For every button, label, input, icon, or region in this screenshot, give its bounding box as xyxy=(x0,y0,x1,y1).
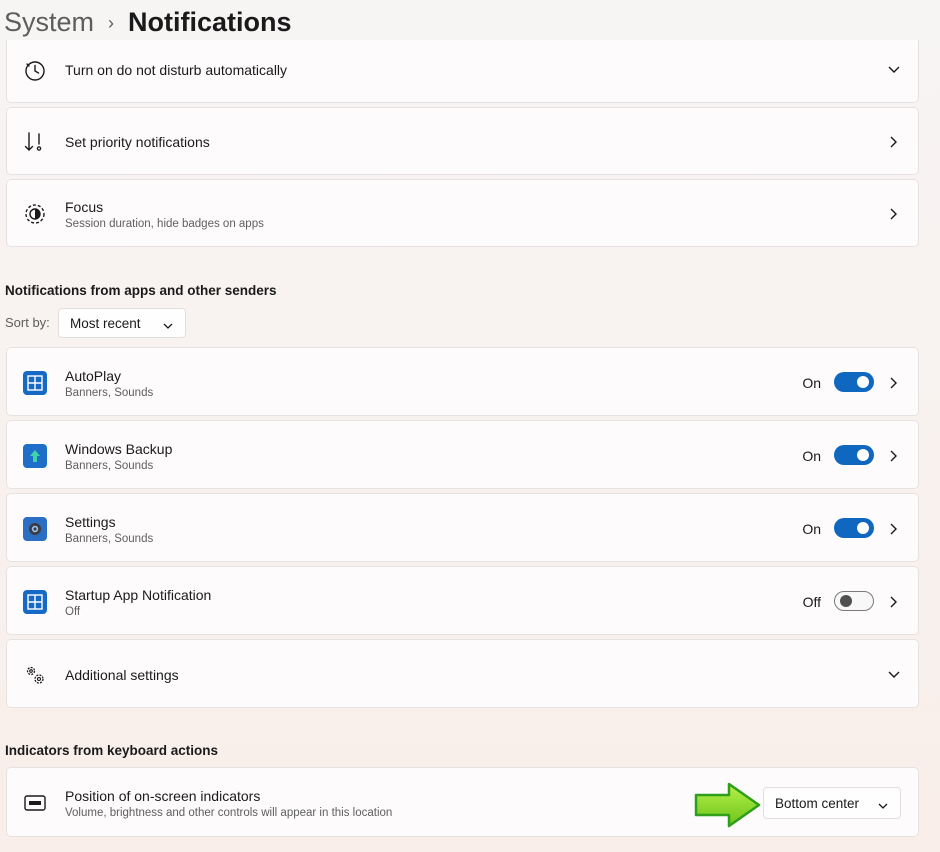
indicator-position-subtitle: Volume, brightness and other controls wi… xyxy=(65,807,393,819)
breadcrumb-system[interactable]: System xyxy=(4,7,94,38)
priority-notifications-row[interactable]: Set priority notifications xyxy=(6,107,919,175)
focus-row[interactable]: Focus Session duration, hide badges on a… xyxy=(6,179,919,247)
settings-toggle[interactable] xyxy=(834,518,874,538)
chevron-down-icon[interactable] xyxy=(886,667,902,683)
autoplay-toggle[interactable] xyxy=(834,372,874,392)
chevron-down-icon xyxy=(878,798,888,813)
page-title: Notifications xyxy=(128,6,292,37)
toggle-state-label: On xyxy=(802,448,821,464)
chevron-right-icon[interactable] xyxy=(886,134,902,150)
priority-sort-icon xyxy=(23,130,47,154)
chevron-down-icon[interactable] xyxy=(886,62,902,78)
breadcrumb: System › Notifications xyxy=(4,2,292,42)
apps-section-title: Notifications from apps and other sender… xyxy=(5,283,277,298)
indicator-position-dropdown[interactable]: Bottom center xyxy=(763,787,901,819)
app-subtitle: Off xyxy=(65,606,81,618)
toggle-knob xyxy=(840,595,852,607)
app-subtitle: Banners, Sounds xyxy=(65,533,154,545)
app-name: Settings xyxy=(65,514,116,530)
gears-icon xyxy=(23,663,47,687)
dnd-automatically-label: Turn on do not disturb automatically xyxy=(65,62,288,78)
toggle-knob xyxy=(857,522,869,534)
additional-settings-label: Additional settings xyxy=(65,667,179,683)
toggle-knob xyxy=(857,376,869,388)
indicator-position-row: Position of on-screen indicators Volume,… xyxy=(6,767,919,837)
autoplay-icon xyxy=(23,371,47,395)
app-subtitle: Banners, Sounds xyxy=(65,460,154,472)
sort-by-dropdown[interactable]: Most recent xyxy=(58,308,186,338)
toggle-state-label: On xyxy=(802,521,821,537)
startup-app-toggle[interactable] xyxy=(834,591,874,611)
focus-subtitle: Session duration, hide badges on apps xyxy=(65,218,264,230)
app-name: Windows Backup xyxy=(65,441,173,457)
green-arrow-icon xyxy=(693,781,763,829)
chevron-right-icon[interactable] xyxy=(886,448,902,464)
indicators-section-title: Indicators from keyboard actions xyxy=(5,743,219,758)
display-indicator-icon xyxy=(23,791,47,815)
additional-settings-row[interactable]: Additional settings xyxy=(6,639,919,708)
indicator-position-label: Position of on-screen indicators xyxy=(65,788,261,804)
app-name: Startup App Notification xyxy=(65,587,212,603)
chevron-down-icon xyxy=(163,318,173,333)
startup-app-icon xyxy=(23,590,47,614)
chevron-right-icon[interactable] xyxy=(886,521,902,537)
sort-by-value: Most recent xyxy=(70,315,141,331)
settings-gear-icon xyxy=(23,517,47,541)
clock-icon xyxy=(23,59,47,83)
toggle-knob xyxy=(857,449,869,461)
indicator-position-value: Bottom center xyxy=(775,795,860,811)
chevron-right-icon[interactable] xyxy=(886,375,902,391)
app-subtitle: Banners, Sounds xyxy=(65,387,154,399)
windows-backup-toggle[interactable] xyxy=(834,445,874,465)
focus-icon xyxy=(23,202,47,226)
priority-notifications-label: Set priority notifications xyxy=(65,134,210,150)
chevron-right-icon[interactable] xyxy=(886,594,902,610)
app-row-startup-app-notification[interactable]: Startup App Notification Off Off xyxy=(6,566,919,635)
sort-by-label: Sort by: xyxy=(5,315,50,330)
focus-label: Focus xyxy=(65,199,104,215)
app-row-autoplay[interactable]: AutoPlay Banners, Sounds On xyxy=(6,347,919,416)
app-row-settings[interactable]: Settings Banners, Sounds On xyxy=(6,493,919,562)
chevron-right-icon: › xyxy=(108,12,115,33)
windows-backup-icon xyxy=(23,444,47,468)
dnd-automatically-row[interactable]: Turn on do not disturb automatically xyxy=(6,40,919,103)
toggle-state-label: On xyxy=(802,375,821,391)
app-name: AutoPlay xyxy=(65,368,122,384)
app-row-windows-backup[interactable]: Windows Backup Banners, Sounds On xyxy=(6,420,919,489)
toggle-state-label: Off xyxy=(802,594,821,610)
chevron-right-icon[interactable] xyxy=(886,206,902,222)
